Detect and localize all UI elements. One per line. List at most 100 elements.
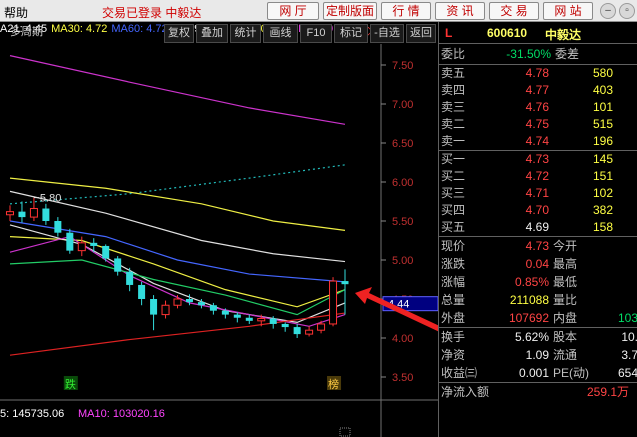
buy-volume: 158 [592,220,613,234]
quote-row: 涨跌 0.04 最高 [439,255,637,273]
quote-value: 0.85% [514,275,549,289]
stat-value: 5.62% [514,330,549,344]
buy-label: 买五 [441,220,466,234]
candle-body [233,314,241,318]
quote-label-2: 最低 [553,275,578,289]
candle-body [150,299,158,315]
quote-value: 107692 [508,311,549,325]
help-menu[interactable]: 帮助 [4,4,28,21]
y-tick-label: 6.00 [392,177,413,189]
candle-body [257,318,266,322]
toolbar-left-gap [0,24,8,43]
stat-value-2: 10. [621,330,637,344]
sell-volume: 515 [592,117,613,131]
stat-row: 换手 5.62% 股本 10. [439,328,637,346]
quote-label-2: 量比 [553,293,578,307]
volume-legend-item: 5: 145735.06 [0,408,64,420]
nav-button-wangting[interactable]: 网 厅 [267,2,319,20]
buy-row[interactable]: 买三 4.71 102 [439,185,637,202]
sell-label: 卖五 [441,66,466,80]
sell-label: 卖四 [441,83,466,97]
candle-body [197,302,205,306]
sell-price: 4.74 [525,134,549,148]
buy-label: 买二 [441,169,466,183]
buy-row[interactable]: 买一 4.73 145 [439,151,637,168]
quote-value: 4.73 [525,239,549,253]
net-inflow-row: 净流入额 259.1万 [439,383,637,401]
candle-body [293,327,301,335]
badge-die[interactable]: 跌 [65,377,76,391]
y-tick-label: 5.50 [392,216,413,228]
candle-body [269,318,277,324]
sell-row[interactable]: 卖二 4.75 515 [439,116,637,133]
stat-label: 收益㈢ [441,366,478,380]
crosshair-marker [339,427,351,437]
quote-row: 总量 211088 量比 [439,291,637,309]
stat-row: 收益㈢ 0.001 PE(动) 654 [439,364,637,382]
sell-price: 4.78 [525,66,549,80]
toolbar-button[interactable]: 返回 [406,24,436,43]
quote-row: 外盘 107692 内盘 103 [439,309,637,327]
y-tick-label: 5.00 [392,255,413,267]
high-price-label: 5.80 [40,193,61,205]
toolbar-button[interactable]: 复权 [164,24,194,43]
sell-row[interactable]: 卖三 4.76 101 [439,99,637,116]
sell-row[interactable]: 卖四 4.77 403 [439,82,637,99]
weibi-row: 委比 -31.50% 委差 [439,44,637,64]
market-flag: L [445,26,453,40]
quote-value: 0.04 [525,257,549,271]
toolbar-button[interactable]: 画线 [263,24,298,43]
nav-button-news[interactable]: 资 讯 [435,2,485,20]
weibi-value: -31.50% [506,47,551,61]
buy-row[interactable]: 买四 4.70 382 [439,202,637,219]
toolbar-button[interactable]: -自选 [370,24,404,43]
nav-button-quotes[interactable]: 行 情 [381,2,431,20]
candle-body [281,323,289,328]
candle-body [185,299,193,303]
fundamental-stats: 换手 5.62% 股本 10. 净资 1.09 流通 3.7 收益㈢ 0.001 PE(动) 654 [439,328,637,382]
buy-label: 买一 [441,152,466,166]
net-inflow-label: 净流入额 [441,385,490,399]
quote-label: 现价 [441,239,466,253]
sell-label: 卖一 [441,134,466,148]
sell-volume: 403 [592,83,613,97]
restore-icon[interactable]: ▫ [619,3,635,19]
sell-orders: 卖五 4.78 580 卖四 4.77 403 卖三 4.76 101 卖二 4.75 515 卖一 4.… [439,65,637,150]
nav-button-trade[interactable]: 交 易 [489,2,539,20]
kline-chart[interactable]: 7.507.006.506.005.505.004.504.003.505.80… [0,44,438,437]
quote-label: 总量 [441,293,466,307]
candle-body [126,271,134,285]
candle-body [6,211,14,216]
buy-volume: 145 [592,152,613,166]
multi-period-button[interactable]: 多周期 [10,24,62,43]
volume-legend-item: MA10: 103020.16 [78,408,165,420]
nav-button-website[interactable]: 网 站 [543,2,593,20]
toolbar-button[interactable]: F10 [300,24,332,43]
sell-row[interactable]: 卖一 4.74 196 [439,133,637,150]
nav-button-custom-layout[interactable]: 定制版面 [323,2,377,20]
buy-price: 4.71 [525,186,549,200]
buy-price: 4.70 [525,203,549,217]
sell-price: 4.75 [525,117,549,131]
stat-value-2: 654 [617,366,637,380]
sell-row[interactable]: 卖五 4.78 580 [439,65,637,82]
buy-volume: 102 [592,186,613,200]
quote-label: 涨跌 [441,257,466,271]
y-tick-label: 6.50 [392,138,413,150]
buy-row[interactable]: 买五 4.69 158 [439,219,637,236]
badge-bang[interactable]: 榜 [328,377,339,391]
toolbar-button[interactable]: 叠加 [196,24,228,43]
buy-row[interactable]: 买二 4.72 151 [439,168,637,185]
toolbar-button[interactable]: 统计 [230,24,261,43]
stat-label-2: 股本 [553,330,578,344]
quote-label-2: 内盘 [553,311,578,325]
stock-code: 600610 [487,26,528,40]
candle-body [90,242,98,246]
sell-volume: 101 [592,100,613,114]
quote-row: 现价 4.73 今开 [439,237,637,255]
stat-label-2: 流通 [553,348,578,362]
minimize-icon[interactable]: – [600,3,616,19]
toolbar-button[interactable]: 标记 [334,24,368,43]
candle-body [173,298,182,306]
weicha-label: 委差 [555,47,580,61]
